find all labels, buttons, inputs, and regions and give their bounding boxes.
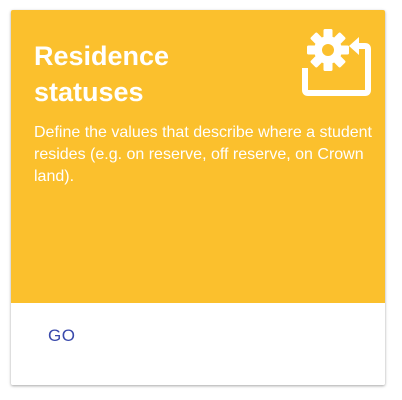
residence-statuses-card: Residence statuses Define the values tha… [11, 10, 385, 385]
card-title: Residence statuses [34, 41, 170, 107]
card-actions: GO [11, 303, 385, 385]
card-description: Define the values that describe where a … [34, 124, 372, 185]
settings-refresh-icon [302, 29, 371, 96]
card-header: Residence statuses Define the values tha… [11, 10, 385, 303]
go-button[interactable]: GO [36, 323, 87, 349]
